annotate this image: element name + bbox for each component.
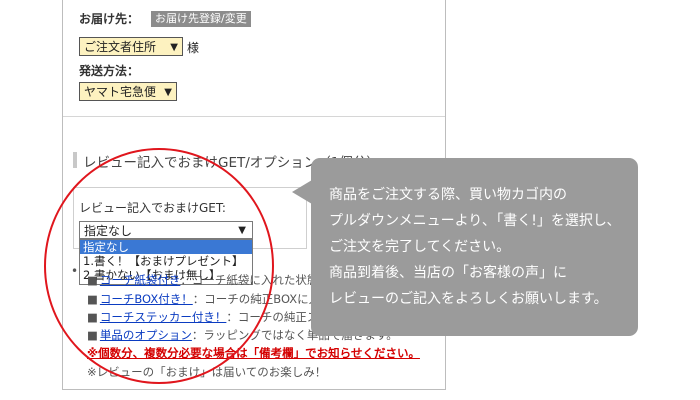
square-bullet-icon: ■ — [87, 328, 98, 342]
review-select[interactable]: 指定なし ▼ — [79, 221, 253, 239]
instruction-tooltip: 商品をご注文する際、買い物カゴ内の プルダウンメニューより､「書く!」を選択し､… — [311, 158, 638, 336]
dropdown-option[interactable]: 指定なし — [80, 240, 252, 254]
square-bullet-icon: ■ — [87, 292, 98, 306]
tooltip-pointer — [292, 180, 312, 204]
tooltip-line: 商品をご注文する際、買い物カゴ内の — [329, 187, 567, 203]
section-divider — [63, 116, 445, 117]
review-field-label: レビュー記入でおまけGET: — [79, 201, 226, 215]
option-link-2[interactable]: コーチBOX付き！ — [100, 292, 193, 306]
honorific-suffix: 様 — [187, 41, 200, 55]
review-note: ※レビューの「おまけ」は届いてのお楽しみ！ — [87, 365, 327, 379]
chevron-down-icon: ▼ — [164, 87, 172, 98]
heading-marker — [73, 152, 77, 168]
square-bullet-icon: ■ — [87, 273, 98, 287]
chevron-down-icon: ▼ — [238, 225, 246, 236]
tooltip-line: プルダウンメニューより､「書く!」を選択し､ — [329, 213, 614, 229]
shipping-method-value: ヤマト宅急便 — [84, 85, 157, 99]
delivery-address-select[interactable]: ご注文者住所 ▼ — [79, 37, 183, 56]
shipping-label: 発送方法： — [79, 64, 140, 78]
tooltip-line: レビューのご記入をよろしくお願いします。 — [329, 291, 608, 307]
option-link-3[interactable]: コーチステッカー付き！ — [100, 310, 227, 324]
delivery-label: お届け先： — [79, 12, 140, 26]
option-link-1[interactable]: コーチ紙袋付き — [100, 273, 181, 287]
dropdown-option[interactable]: 1.書く！【おまけプレゼント】 — [80, 254, 252, 268]
delivery-register-button[interactable]: お届け先登録/変更 — [151, 11, 251, 27]
delivery-address-value: ご注文者住所 — [84, 40, 157, 54]
chevron-down-icon: ▼ — [170, 42, 178, 53]
option-link-4[interactable]: 単品のオプション — [100, 328, 192, 342]
shipping-method-select[interactable]: ヤマト宅急便 ▼ — [79, 82, 177, 101]
warning-text: ※個数分、複数分必要な場合は「備考欄」でお知らせください。 — [87, 346, 420, 360]
square-bullet-icon: ■ — [87, 310, 98, 324]
tooltip-line: ご注文を完了してください。 — [329, 239, 511, 255]
review-select-value: 指定なし — [84, 224, 133, 238]
bullet: • — [71, 264, 79, 278]
tooltip-line: 商品到着後、当店の「お客様の声」に — [329, 265, 567, 281]
